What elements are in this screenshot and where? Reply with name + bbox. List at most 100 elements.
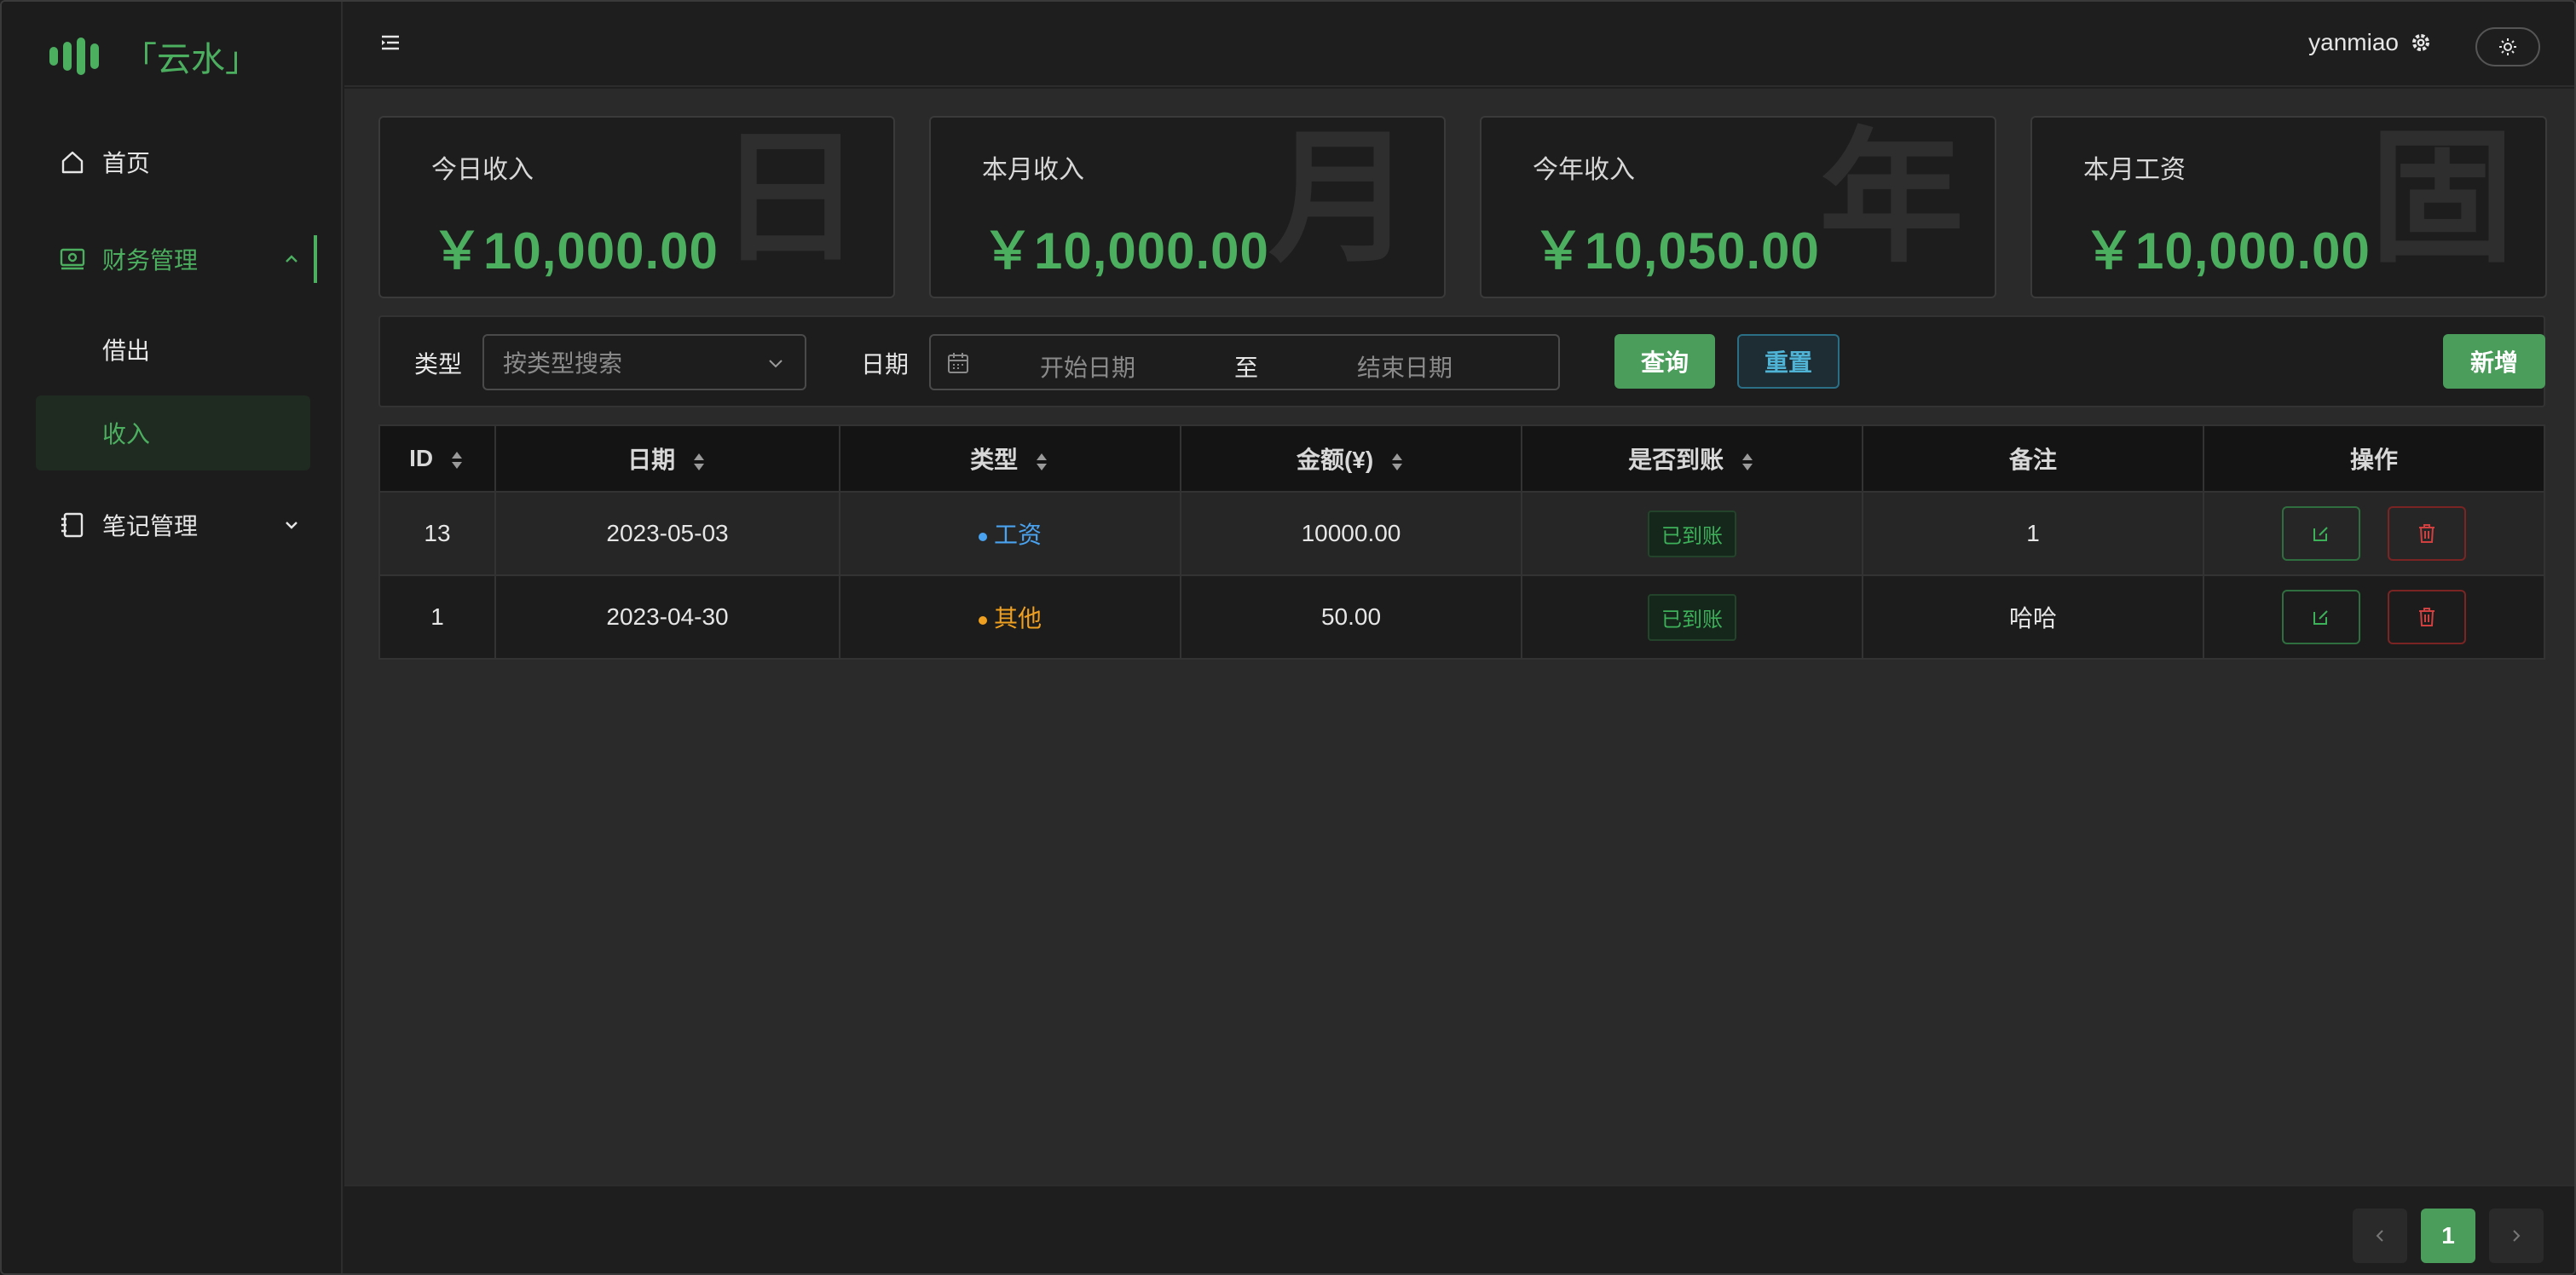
page-number-current[interactable]: 1 xyxy=(2421,1209,2475,1263)
sidebar-item-finance[interactable]: 财务管理 xyxy=(2,227,343,291)
type-select-placeholder: 按类型搜索 xyxy=(503,350,623,377)
cell-date: 2023-04-30 xyxy=(495,575,840,660)
col-type[interactable]: 类型 xyxy=(840,425,1181,493)
app-window: 「云水」 首页 财务管理 借出 收入 笔记管理 yanmiao 日 今日收入 ￥… xyxy=(0,0,2576,1275)
chevron-right-icon xyxy=(2513,1230,2521,1242)
sidebar-item-label: 笔记管理 xyxy=(102,513,199,539)
edit-button[interactable] xyxy=(2282,590,2361,644)
cell-actions xyxy=(2203,492,2545,576)
sidebar-item-lend[interactable]: 借出 xyxy=(36,312,310,387)
sidebar-item-label: 收入 xyxy=(102,421,151,447)
sort-icon xyxy=(1741,453,1753,470)
sidebar-item-income[interactable]: 收入 xyxy=(36,395,310,470)
type-text: 其他 xyxy=(993,605,1042,632)
date-range-picker[interactable]: 开始日期 至 结束日期 xyxy=(929,334,1560,390)
username: yanmiao xyxy=(2308,29,2399,55)
menu-toggle-icon[interactable] xyxy=(378,31,402,55)
cell-note: 1 xyxy=(1863,492,2204,576)
delete-button[interactable] xyxy=(2387,506,2466,561)
chevron-up-icon xyxy=(286,255,297,262)
card-label: 今年收入 xyxy=(1533,156,1635,184)
status-badge: 已到账 xyxy=(1648,510,1736,557)
cell-date: 2023-05-03 xyxy=(495,492,840,576)
user-menu[interactable]: yanmiao xyxy=(2308,29,2433,56)
cell-actions xyxy=(2203,575,2545,660)
cell-status: 已到账 xyxy=(1522,492,1863,576)
reset-button[interactable]: 重置 xyxy=(1737,334,1840,389)
table-row: 13 2023-05-03 工资 10000.00 已到账 1 xyxy=(379,492,2545,576)
gear-icon xyxy=(2412,34,2429,51)
sort-icon xyxy=(693,453,704,470)
sort-icon xyxy=(451,451,462,469)
top-header: yanmiao xyxy=(344,2,2574,87)
cell-amount: 10000.00 xyxy=(1181,492,1522,576)
next-page-button[interactable] xyxy=(2489,1209,2544,1263)
chevron-down-icon xyxy=(769,360,783,368)
income-table: ID 日期 类型 金额(¥) 是否到账 备注 操作 13 2023-05-03 … xyxy=(378,424,2545,660)
end-date-input[interactable]: 结束日期 xyxy=(1357,349,1453,384)
status-badge: 已到账 xyxy=(1648,593,1736,641)
table-header-row: ID 日期 类型 金额(¥) 是否到账 备注 操作 xyxy=(379,425,2545,493)
col-amount[interactable]: 金额(¥) xyxy=(1181,425,1522,493)
col-note: 备注 xyxy=(1863,425,2204,493)
add-button[interactable]: 新增 xyxy=(2443,334,2545,389)
delete-button[interactable] xyxy=(2387,590,2466,644)
column-header-label: 日期 xyxy=(627,447,676,473)
finance-icon xyxy=(58,245,87,274)
column-header-label: 类型 xyxy=(970,447,1019,473)
sidebar-item-home[interactable]: 首页 xyxy=(2,130,343,194)
brand-logo[interactable]: 「云水」 xyxy=(49,32,259,80)
prev-page-button[interactable] xyxy=(2353,1209,2407,1263)
card-watermark: 年 xyxy=(1818,118,1964,280)
column-header-label: 是否到账 xyxy=(1628,447,1724,473)
col-actions: 操作 xyxy=(2203,425,2545,493)
date-separator: 至 xyxy=(1234,355,1259,381)
date-label: 日期 xyxy=(861,351,910,378)
card-label: 今日收入 xyxy=(431,156,534,184)
theme-toggle[interactable] xyxy=(2475,27,2540,66)
sidebar: 「云水」 首页 财务管理 借出 收入 笔记管理 xyxy=(2,2,343,1273)
trash-icon xyxy=(2418,524,2434,543)
sun-icon xyxy=(2499,38,2516,55)
type-text: 工资 xyxy=(993,522,1042,548)
sidebar-item-label: 财务管理 xyxy=(102,247,199,274)
query-button[interactable]: 查询 xyxy=(1614,334,1715,389)
card-value: ￥10,000.00 xyxy=(431,222,719,280)
card-value: ￥10,000.00 xyxy=(2083,222,2371,280)
cell-amount: 50.00 xyxy=(1181,575,1522,660)
col-date[interactable]: 日期 xyxy=(495,425,840,493)
type-select[interactable]: 按类型搜索 xyxy=(482,334,806,390)
notebook-icon xyxy=(58,511,87,539)
stat-card-month: 月 本月收入 ￥10,000.00 xyxy=(929,116,1446,298)
sidebar-item-label: 借出 xyxy=(102,338,151,364)
start-date-input[interactable]: 开始日期 xyxy=(1040,349,1135,384)
logo-icon xyxy=(49,38,99,75)
cell-status: 已到账 xyxy=(1522,575,1863,660)
sidebar-item-notes[interactable]: 笔记管理 xyxy=(2,493,343,557)
brand-title: 「云水」 xyxy=(123,41,259,78)
stat-card-year: 年 今年收入 ￥10,050.00 xyxy=(1480,116,1996,298)
column-header-label: 备注 xyxy=(2008,447,2057,473)
active-indicator xyxy=(314,235,317,283)
card-label: 本月收入 xyxy=(982,156,1084,184)
trash-icon xyxy=(2418,608,2434,626)
edit-button[interactable] xyxy=(2282,506,2361,561)
column-header-label: ID xyxy=(409,445,434,471)
edit-icon xyxy=(2313,527,2328,541)
cell-id: 13 xyxy=(379,492,496,576)
col-id[interactable]: ID xyxy=(379,425,496,493)
column-header-label: 操作 xyxy=(2349,447,2398,473)
card-value: ￥10,000.00 xyxy=(982,222,1269,280)
type-dot xyxy=(978,615,987,625)
calendar-icon xyxy=(948,353,968,373)
stat-card-salary: 固 本月工资 ￥10,000.00 xyxy=(2030,116,2547,298)
col-status[interactable]: 是否到账 xyxy=(1522,425,1863,493)
column-header-label: 金额(¥) xyxy=(1296,447,1374,473)
main-content: 日 今日收入 ￥10,000.00 月 本月收入 ￥10,000.00 年 今年… xyxy=(344,89,2574,1185)
cell-type: 工资 xyxy=(840,492,1181,576)
sort-icon xyxy=(1392,453,1402,470)
chevron-left-icon xyxy=(2376,1230,2383,1242)
chevron-down-icon xyxy=(286,522,297,529)
filter-bar: 类型 按类型搜索 日期 开始日期 至 结束日期 查询 重置 新增 xyxy=(378,315,2545,407)
cell-type: 其他 xyxy=(840,575,1181,660)
